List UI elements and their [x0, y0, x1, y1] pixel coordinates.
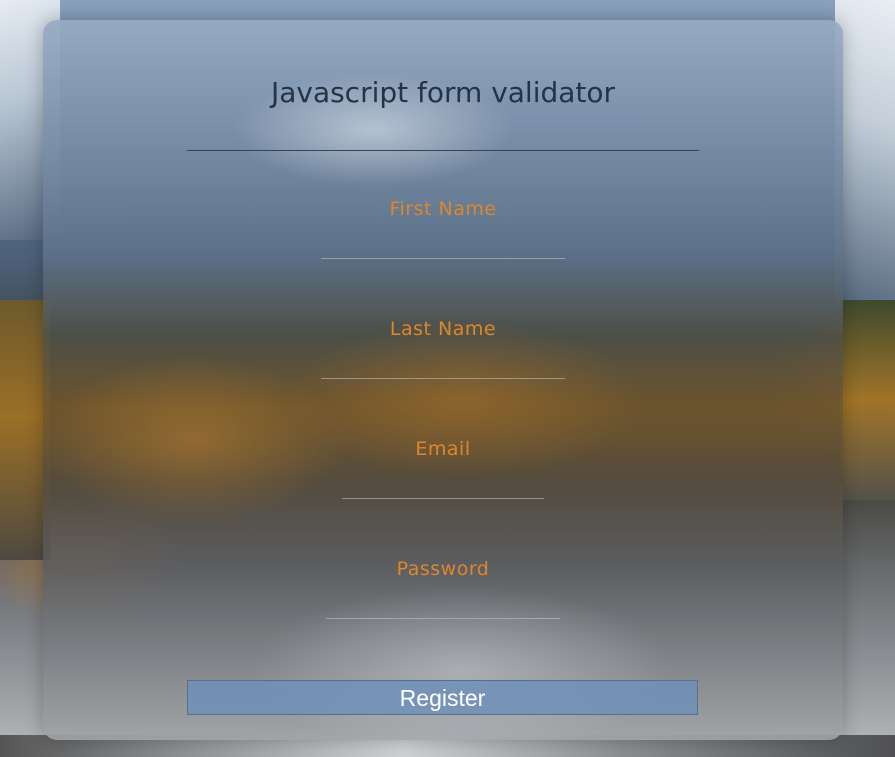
last-name-label: Last Name	[389, 318, 497, 340]
email-label: Email	[415, 438, 471, 460]
password-input[interactable]	[326, 594, 560, 616]
first-name-input[interactable]	[321, 234, 565, 256]
background-trees-right	[840, 300, 895, 500]
password-label: Password	[396, 558, 490, 580]
first-name-field: First Name	[43, 198, 843, 259]
title-divider	[187, 150, 699, 151]
first-name-label: First Name	[389, 198, 497, 220]
first-name-underline	[321, 258, 565, 259]
last-name-input[interactable]	[321, 354, 565, 376]
email-field: Email	[43, 438, 843, 499]
password-field: Password	[43, 558, 843, 619]
background-mountain-right	[835, 0, 895, 300]
last-name-underline	[321, 378, 565, 379]
email-input[interactable]	[342, 474, 544, 496]
password-underline	[326, 618, 560, 619]
form-title: Javascript form validator	[270, 76, 616, 109]
register-button[interactable]: Register	[187, 680, 698, 715]
last-name-field: Last Name	[43, 318, 843, 379]
email-underline	[342, 498, 544, 499]
registration-form: Javascript form validator First Name Las…	[43, 20, 843, 740]
